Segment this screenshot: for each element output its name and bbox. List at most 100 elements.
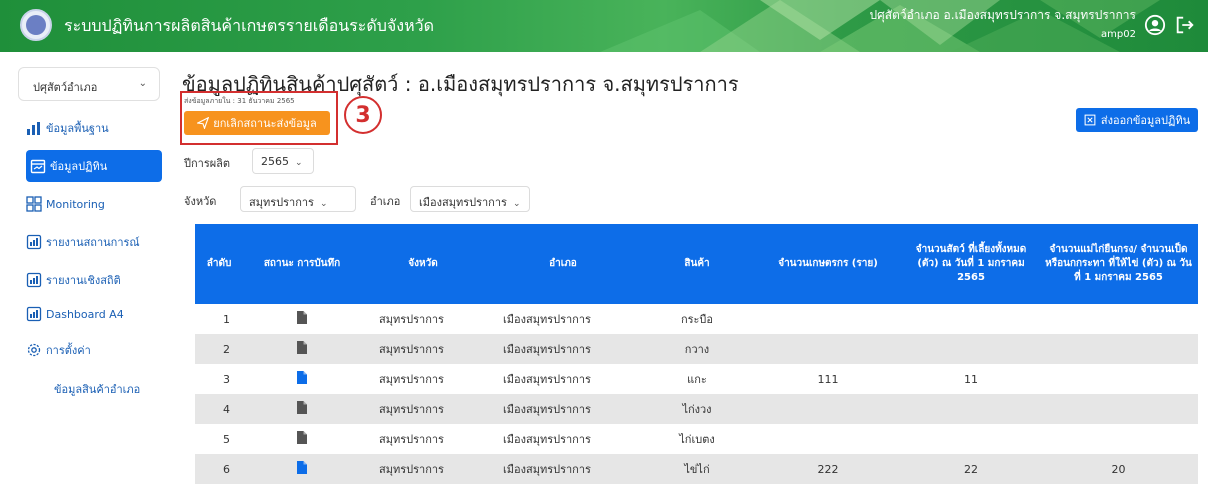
logout-icon[interactable] (1174, 14, 1196, 36)
sidebar-item-calendar-data[interactable]: ข้อมูลปฏิทิน (26, 150, 162, 182)
document-icon[interactable] (297, 461, 307, 474)
report-chart-icon (26, 306, 42, 322)
sidebar-item-label: ข้อมูลปฏิทิน (50, 160, 108, 173)
table-cell-province: สมุทรปราการ (361, 334, 485, 364)
sidebar-item-monitoring[interactable]: Monitoring (26, 188, 166, 220)
sidebar-item-dashboard-a4[interactable]: Dashboard A4 (26, 298, 166, 330)
table-cell-no: 1 (223, 312, 230, 326)
table-cell-no: 5 (223, 432, 230, 446)
table-cell-layers (1039, 424, 1198, 454)
export-calendar-button[interactable]: ส่งออกข้อมูลปฏิทิน (1076, 108, 1198, 132)
document-icon[interactable] (297, 341, 307, 354)
column-header: จำนวนแม่ไก่ยืนกรง/ จำนวนเป็ดหรือนกกระทา … (1039, 224, 1198, 304)
user-profile-icon[interactable] (1144, 14, 1166, 36)
table-cell-product: ไก่งวง (641, 394, 753, 424)
table-cell-product: ไก่เบตง (679, 433, 715, 446)
table-cell-farmers (753, 424, 903, 454)
table-cell-animals (903, 394, 1039, 424)
document-icon[interactable] (297, 431, 307, 444)
table-cell-animals (903, 334, 1039, 364)
sidebar-item-basic-data[interactable]: ข้อมูลพื้นฐาน (26, 112, 166, 144)
sidebar-item-statistics-report[interactable]: รายงานเชิงสถิติ (26, 264, 166, 296)
app-logo (20, 9, 52, 41)
sidebar-item-situation-report[interactable]: รายงานสถานการณ์ (26, 226, 166, 258)
province-select-value: สมุทรปราการ (249, 196, 314, 209)
table-cell-layers: 20 (1039, 454, 1198, 484)
chevron-down-icon: ⌄ (512, 199, 521, 209)
table-cell-animals: 22 (903, 454, 1039, 484)
export-calendar-label: ส่งออกข้อมูลปฏิทิน (1100, 114, 1191, 127)
role-select[interactable]: ปศุสัตว์อำเภอ ⌄ (18, 67, 160, 101)
annotation-step-number: 3 (344, 96, 382, 134)
table-cell-district: เมืองสมุทรปราการ (503, 373, 591, 386)
grid-icon (26, 196, 42, 212)
cancel-send-status-label: ยกเลิกสถานะส่งข้อมูล (213, 117, 317, 130)
document-icon[interactable] (297, 371, 307, 384)
table-row[interactable]: 1 สมุทรปราการ เมืองสมุทรปราการ กระบือ (195, 304, 1198, 334)
chevron-down-icon: ⌄ (295, 158, 303, 168)
gear-icon (27, 343, 41, 357)
document-icon[interactable] (297, 401, 307, 414)
table-row[interactable]: 6 สมุทรปราการ เมืองสมุทรปราการ ไข่ไก่ 222 22 2… (195, 454, 1198, 484)
user-id: amp02 (1101, 29, 1136, 40)
table-cell-product: กระบือ (680, 313, 714, 326)
column-header: ลำดับ (195, 224, 243, 304)
column-header: จังหวัด (361, 224, 485, 304)
table-row[interactable]: 5 สมุทรปราการ เมืองสมุทรปราการ ไก่เบตง (195, 424, 1198, 454)
table-cell-animals (903, 424, 1039, 454)
sidebar-item-label: รายงานสถานการณ์ (46, 236, 140, 249)
role-select-value: ปศุสัตว์อำเภอ (33, 81, 98, 94)
table-cell-farmers (753, 304, 903, 334)
district-select-value: เมืองสมุทรปราการ (419, 196, 507, 209)
year-select-value: 2565 (261, 155, 289, 168)
table-cell-animals (903, 304, 1039, 334)
table-cell-district: เมืองสมุทรปราการ (485, 394, 641, 424)
table-cell-province: สมุทรปราการ (379, 313, 444, 326)
table-cell-no: 6 (195, 454, 243, 484)
province-label: จังหวัด (184, 195, 217, 208)
column-header: จำนวนเกษตรกร (ราย) (753, 224, 903, 304)
table-row[interactable]: 4 สมุทรปราการ เมืองสมุทรปราการ ไก่งวง (195, 394, 1198, 424)
sidebar-subitem-district-products[interactable]: ข้อมูลสินค้าอำเภอ (54, 380, 140, 398)
bar-chart-icon (27, 122, 40, 135)
table-header-row: ลำดับ สถานะ การบันทึก จังหวัด อำเภอ สินค… (195, 224, 1198, 304)
table-row[interactable]: 3 สมุทรปราการ เมืองสมุทรปราการ แกะ 111 11 (195, 364, 1198, 394)
table-cell-no: 2 (195, 334, 243, 364)
cancel-send-status-button[interactable]: ยกเลิกสถานะส่งข้อมูล (184, 111, 330, 135)
table-cell-layers (1039, 304, 1198, 334)
document-icon[interactable] (297, 311, 307, 324)
table-cell-district: เมืองสมุทรปราการ (503, 313, 591, 326)
status-cell (243, 334, 361, 364)
sidebar-item-label: Monitoring (46, 197, 105, 211)
sidebar: ปศุสัตว์อำเภอ ⌄ ข้อมูลพื้นฐาน ข้อมูลปฏิท… (0, 52, 175, 488)
province-select[interactable]: สมุทรปราการ ⌄ (240, 186, 356, 212)
sidebar-item-label: Dashboard A4 (46, 307, 124, 321)
year-select[interactable]: 2565 ⌄ (252, 148, 314, 174)
status-cell (243, 304, 361, 334)
year-label: ปีการผลิต (184, 157, 231, 170)
chevron-down-icon: ⌄ (319, 199, 328, 209)
table-cell-farmers: 222 (753, 454, 903, 484)
table-cell-layers (1039, 334, 1198, 364)
table-cell-product: แกะ (687, 373, 707, 386)
table-row[interactable]: 2 สมุทรปราการ เมืองสมุทรปราการ กวาง (195, 334, 1198, 364)
sidebar-item-label: ข้อมูลพื้นฐาน (46, 122, 109, 135)
sidebar-item-settings[interactable]: การตั้งค่า (26, 334, 166, 366)
table-cell-farmers (753, 334, 903, 364)
send-icon (197, 117, 210, 129)
user-name: ปศุสัตว์อำเภอ อ.เมืองสมุทรปราการ จ.สมุทร… (869, 8, 1136, 22)
district-select[interactable]: เมืองสมุทรปราการ ⌄ (410, 186, 530, 212)
status-cell (243, 454, 361, 484)
user-info: ปศุสัตว์อำเภอ อ.เมืองสมุทรปราการ จ.สมุทร… (869, 6, 1136, 40)
column-header: สินค้า (641, 224, 753, 304)
table-cell-district: เมืองสมุทรปราการ (485, 334, 641, 364)
column-header: สถานะ การบันทึก (243, 224, 361, 304)
report-chart-icon (26, 272, 42, 288)
table-cell-product: กวาง (641, 334, 753, 364)
table-cell-province: สมุทรปราการ (361, 454, 485, 484)
table-cell-province: สมุทรปราการ (361, 394, 485, 424)
table-cell-province: สมุทรปราการ (379, 433, 444, 446)
table-cell-animals: 11 (964, 372, 978, 386)
report-chart-icon (26, 234, 42, 250)
district-label: อำเภอ (370, 195, 401, 208)
